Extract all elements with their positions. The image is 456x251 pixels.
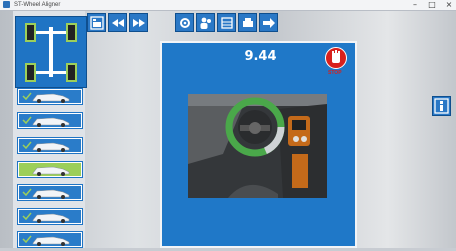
nav-steering[interactable]: [17, 161, 83, 178]
nav-display[interactable]: [17, 184, 83, 201]
fast-forward-icon: [133, 19, 145, 27]
settings-button[interactable]: [175, 13, 194, 32]
users-icon: [200, 17, 211, 29]
title-bar: ST-Wheel Aligner – □ ×: [0, 0, 456, 11]
nav-vehicle-check[interactable]: [17, 88, 83, 105]
home-icon: [90, 16, 104, 30]
maximize-button[interactable]: □: [425, 0, 439, 10]
car-report-icon: [19, 233, 81, 246]
minimize-button[interactable]: –: [408, 0, 422, 10]
database-button[interactable]: [217, 13, 236, 32]
print-button[interactable]: [238, 13, 257, 32]
print-icon: [243, 18, 253, 27]
forward-button[interactable]: [129, 13, 148, 32]
exit-button[interactable]: [259, 13, 278, 32]
database-icon: [221, 17, 233, 29]
car-steer-icon: [19, 163, 81, 176]
wrench-car-icon: [19, 210, 81, 223]
settings-icon: [180, 18, 190, 28]
car-check-icon: [19, 90, 81, 103]
nav-adjust[interactable]: [17, 208, 83, 225]
info-button[interactable]: [432, 96, 451, 116]
axle-diagram-icon: [25, 23, 77, 82]
app-icon: [3, 1, 10, 8]
exit-icon: [263, 18, 275, 28]
car-interior-image: [188, 94, 327, 198]
toolbar-navigation: [87, 13, 148, 32]
toolbar-functions: [175, 13, 278, 32]
home-button[interactable]: [87, 13, 106, 32]
hand-stop-icon: [332, 50, 340, 63]
car-display-icon: [19, 186, 81, 199]
car-lift-icon: [19, 114, 81, 127]
stop-button[interactable]: [325, 47, 347, 69]
nav-measurement[interactable]: [17, 137, 83, 154]
axle-diagram[interactable]: [15, 16, 87, 88]
back-button[interactable]: [108, 13, 127, 32]
stop-label: STOP: [328, 70, 342, 76]
car-measure-icon: [19, 139, 81, 152]
window-title: ST-Wheel Aligner: [14, 2, 61, 8]
rewind-icon: [112, 19, 124, 27]
measurement-panel: 9.44 STOP: [160, 41, 357, 248]
close-button[interactable]: ×: [442, 0, 456, 10]
nav-vehicle-lift[interactable]: [17, 112, 83, 129]
users-button[interactable]: [196, 13, 215, 32]
steering-wheel-photo: [188, 94, 327, 198]
nav-report[interactable]: [17, 231, 83, 248]
info-icon: [434, 98, 449, 114]
